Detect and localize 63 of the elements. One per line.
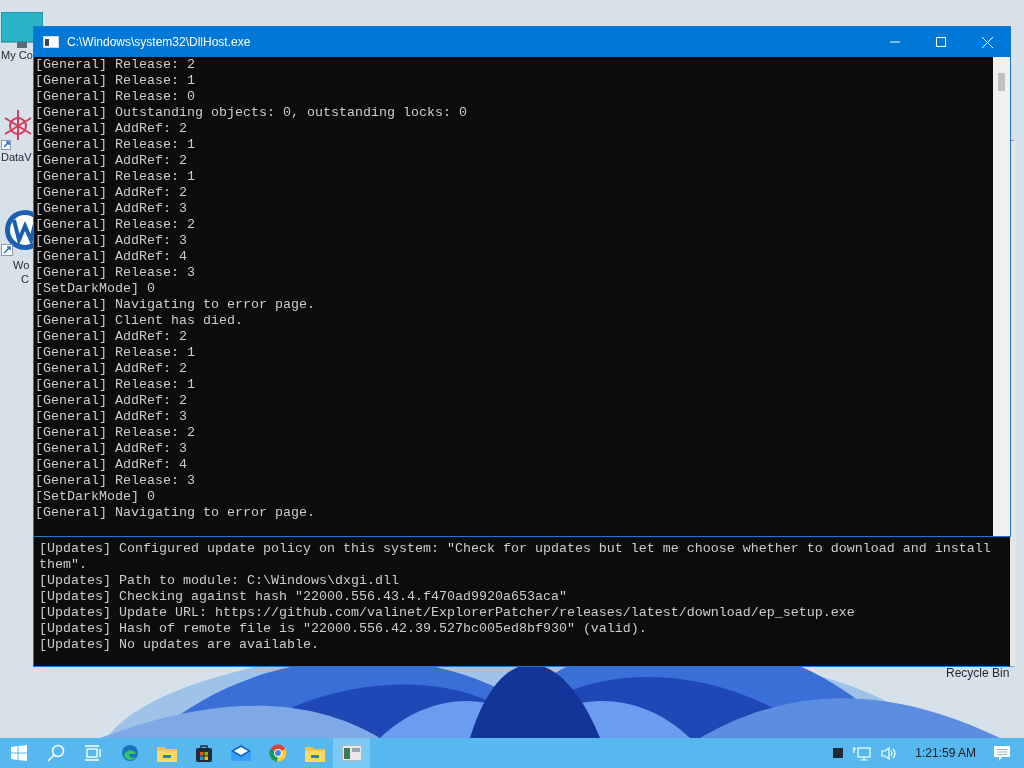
folder-icon (156, 744, 177, 762)
console-line: [General] Release: 1 (35, 169, 196, 185)
mail-icon (230, 745, 251, 761)
console-line: [General] AddRef: 4 (35, 249, 188, 265)
scrollbar[interactable] (993, 57, 1010, 536)
console-line: [General] AddRef: 3 (35, 233, 188, 249)
volume-icon[interactable] (881, 745, 898, 761)
console-line: [General] Release: 0 (35, 89, 196, 105)
console-line: [General] AddRef: 3 (35, 201, 188, 217)
console-line: [General] AddRef: 2 (35, 393, 188, 409)
console-line: [General] AddRef: 4 (35, 457, 188, 473)
console-line: [General] Release: 1 (35, 377, 196, 393)
console-line: [General] Release: 3 (35, 473, 196, 489)
scrollbar-thumb[interactable] (998, 73, 1005, 91)
console-line: [SetDarkMode] 0 (35, 281, 156, 297)
window-app-icon (341, 745, 362, 761)
search-icon (46, 744, 65, 762)
tray-app-icon[interactable] (833, 748, 844, 758)
console-line: [General] Navigating to error page. (35, 505, 316, 521)
console-line: [Updates] No updates are available. (39, 637, 320, 653)
console-line: [General] Release: 2 (35, 425, 196, 441)
taskbar-button[interactable] (333, 738, 370, 768)
icon-label: Wo (13, 258, 30, 272)
console-line: [General] Outstanding objects: 0, outstanding locks: 0 (35, 105, 468, 121)
console-line: [Updates] Path to module: C:\Windows\dxgi.dll (39, 573, 400, 589)
network-icon[interactable] (853, 745, 872, 761)
minimize-icon (890, 41, 900, 43)
console-line: [General] Release: 1 (35, 345, 196, 361)
console-line: [General] Release: 2 (35, 57, 196, 73)
console-line: [General] Client has died. (35, 313, 244, 329)
console-line: [General] AddRef: 2 (35, 329, 188, 345)
icon-label: C (21, 272, 29, 286)
console-line: [General] AddRef: 2 (35, 185, 188, 201)
console-line: [General] Release: 2 (35, 217, 196, 233)
windows-logo-icon (10, 745, 27, 761)
clock[interactable]: 1:21:59 AM (915, 746, 976, 760)
console-line: [General] AddRef: 2 (35, 361, 188, 377)
icon-label: Recycle Bin (946, 666, 1010, 680)
console-line: [General] AddRef: 2 (35, 121, 188, 137)
console-line: [General] AddRef: 2 (35, 153, 188, 169)
console-line: [General] Release: 1 (35, 73, 196, 89)
console-line: [General] AddRef: 3 (35, 441, 188, 457)
folder-icon (304, 744, 325, 762)
icon-label: My Co (1, 48, 33, 62)
console-line: [Updates] Hash of remote file is "22000.556.42.39.527bc005ed8bf930" (valid). (39, 621, 648, 637)
icon-label: DataV (1, 150, 32, 164)
console-line: [General] Release: 1 (35, 137, 196, 153)
close-icon (981, 36, 993, 48)
window-title: C:\Windows\system32\DllHost.exe (67, 35, 252, 49)
console-line: [General] AddRef: 3 (35, 409, 188, 425)
edge-icon (120, 744, 139, 762)
store-bag-icon (195, 744, 212, 762)
chrome-icon (268, 744, 287, 762)
notification-icon[interactable] (994, 745, 1010, 761)
console-line: [General] Release: 3 (35, 265, 196, 281)
console-line: [Updates] Update URL: https://github.com/valinet/ExplorerPatcher/releases/latest/download/ep_setup.exe (39, 605, 856, 621)
task-view-icon (83, 745, 102, 761)
console-line: [Updates] Configured update policy on this system: "Check for updates but let me choose whether to download and install them". (39, 541, 992, 573)
maximize-icon (936, 37, 946, 47)
console-icon (43, 36, 59, 48)
console-line: [General] Navigating to error page. (35, 297, 316, 313)
console-line: [SetDarkMode] 0 (35, 489, 156, 505)
console-line: [Updates] Checking against hash "22000.556.43.4.f470ad9920a653aca" (39, 589, 568, 605)
